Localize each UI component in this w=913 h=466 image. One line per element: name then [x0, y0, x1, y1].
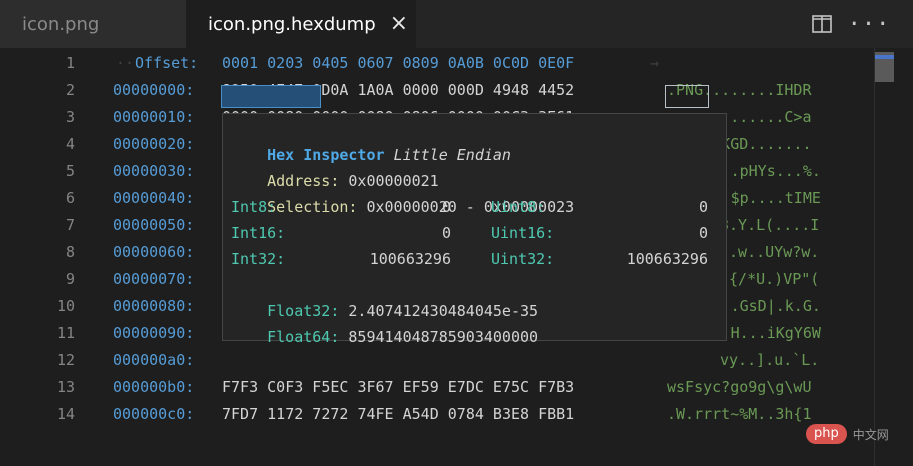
row-offset: 000000a0: — [113, 351, 195, 369]
inspector-float32-row: Float32: 2.407412430484045e-35 — [231, 272, 538, 320]
line-number: 2 — [65, 81, 75, 99]
more-actions-icon[interactable]: ··· — [848, 12, 890, 37]
scrollbar-selection-marker — [875, 55, 894, 59]
line-number: 13 — [56, 378, 75, 396]
int32-label: Int32: — [231, 250, 286, 268]
inspector-int16-row: Int16: 0 Uint16: 0 — [231, 220, 721, 246]
offset-header: Offset: — [135, 54, 199, 72]
tab-bar: icon.png icon.png.hexdump × ··· — [0, 0, 913, 48]
inspector-int32-row: Int32: 100663296 Uint32: 100663296 — [231, 246, 721, 272]
line-number: 6 — [65, 189, 75, 207]
inspector-float64-row: Float64: 859414048785903400000 — [231, 298, 538, 346]
vertical-scrollbar[interactable] — [874, 48, 895, 466]
watermark-text: 中文网 — [852, 427, 889, 442]
ascii-text[interactable]: H...iKgY6W — [731, 320, 821, 347]
int8-label: Int8: — [231, 198, 277, 216]
row-offset: 000000c0: — [113, 405, 195, 423]
hex-bytes[interactable]: F7F3 C0F3 F5EC 3F67 EF59 E7DC E75C F7B3 — [222, 374, 574, 401]
hexdump-header-row[interactable]: 1 Offset: 0001 0203 0405 0607 0809 0A0B 0C… — [0, 50, 870, 77]
row-offset: 00000010: — [113, 108, 195, 126]
inspector-selection-row: Selection: 0x00000020 - 0x00000023 — [231, 168, 574, 216]
inspector-int8-row: Int8: 0 Uint8: 0 — [231, 194, 721, 220]
row-offset: 00000070: — [113, 270, 195, 288]
ascii-text[interactable]: $p....tIME — [731, 185, 821, 212]
split-editor-icon[interactable] — [810, 12, 834, 36]
row-offset: 00000060: — [113, 243, 195, 261]
int32-value: 100663296 — [369, 250, 451, 268]
ascii-text[interactable]: ..w..UYw?w. — [720, 239, 819, 266]
line-number: 1 — [65, 54, 75, 72]
ascii-text[interactable]: ){/*U.)VP"( — [720, 266, 819, 293]
row-offset: 00000040: — [113, 189, 195, 207]
line-number: 5 — [65, 162, 75, 180]
line-number: 11 — [56, 324, 75, 342]
hex-bytes[interactable]: 7FD7 1172 7272 74FE A54D 0784 B3E8 FBB1 — [222, 401, 574, 428]
uint32-label: Uint32: — [491, 250, 555, 268]
ascii-text[interactable]: 3.Y.L(....I — [720, 212, 819, 239]
row-offset: 000000b0: — [113, 378, 195, 396]
tab-label: icon.png.hexdump — [208, 13, 376, 35]
line-number: 9 — [65, 270, 75, 288]
tab-icon-png[interactable]: icon.png — [0, 0, 186, 48]
hexdump-row[interactable]: 13 000000b0: F7F3 C0F3 F5EC 3F67 EF59 E7DC… — [0, 374, 870, 401]
float64-label: Float64: — [267, 328, 340, 346]
row-offset: 00000020: — [113, 135, 195, 153]
inspector-heading: Hex Inspector Little Endian — [231, 116, 511, 164]
hexdump-row[interactable]: 14 000000c0: 7FD7 1172 7272 74FE A54D 0784… — [0, 401, 870, 428]
hexdump-row[interactable]: 12 000000a0: vy..].u.`L. — [0, 347, 870, 374]
hexdump-row[interactable]: 2 00000000: 8950 4E47 0D0A 1A0A 0000 000D … — [0, 77, 870, 104]
uint8-value: 0 — [698, 198, 708, 216]
ascii-text[interactable]: vy..].u.`L. — [720, 347, 819, 374]
row-offset: 00000000: — [113, 81, 195, 99]
tab-label: icon.png — [22, 13, 100, 35]
line-number: 12 — [56, 351, 75, 369]
row-offset: 00000050: — [113, 216, 195, 234]
hex-selection-highlight — [221, 85, 321, 108]
int16-label: Int16: — [231, 224, 286, 242]
column-offsets[interactable]: 0001 0203 0405 0607 0809 0A0B 0C0D 0E0F — [222, 50, 574, 77]
uint8-label: Uint8: — [491, 198, 546, 216]
float64-value: 859414048785903400000 — [348, 328, 539, 346]
watermark-badge: php — [806, 424, 847, 444]
ascii-text[interactable]: .pHYs...%. — [731, 158, 821, 185]
int16-value: 0 — [441, 224, 451, 242]
line-number: 3 — [65, 108, 75, 126]
tab-icon-png-hexdump[interactable]: icon.png.hexdump × — [186, 0, 416, 48]
row-offset: 00000090: — [113, 324, 195, 342]
site-watermark: php 中文网 — [806, 424, 889, 444]
close-icon[interactable]: × — [390, 13, 408, 35]
line-number: 8 — [65, 243, 75, 261]
hex-inspector-hover: Hex Inspector Little Endian Address: 0x0… — [222, 113, 727, 346]
line-number: 14 — [56, 405, 75, 423]
line-number: 4 — [65, 135, 75, 153]
line-number: 7 — [65, 216, 75, 234]
uint16-label: Uint16: — [491, 224, 555, 242]
ascii-selection-highlight — [665, 85, 709, 108]
line-number: 10 — [56, 297, 75, 315]
int8-value: 0 — [441, 198, 451, 216]
ascii-text[interactable]: wsFsyc?go9g\g\wU — [667, 374, 812, 401]
ascii-text[interactable]: .GsD|.k.G. — [731, 293, 821, 320]
uint16-value: 0 — [698, 224, 708, 242]
ascii-text[interactable]: .W.rrrt~%M..3h{1 — [667, 401, 812, 428]
inspector-address-row: Address: 0x00000021 — [231, 142, 439, 190]
row-offset: 00000030: — [113, 162, 195, 180]
whitespace-marker: ·· — [116, 54, 135, 72]
row-offset: 00000080: — [113, 297, 195, 315]
whitespace-marker: → — [650, 54, 660, 72]
uint32-value: 100663296 — [626, 250, 708, 268]
